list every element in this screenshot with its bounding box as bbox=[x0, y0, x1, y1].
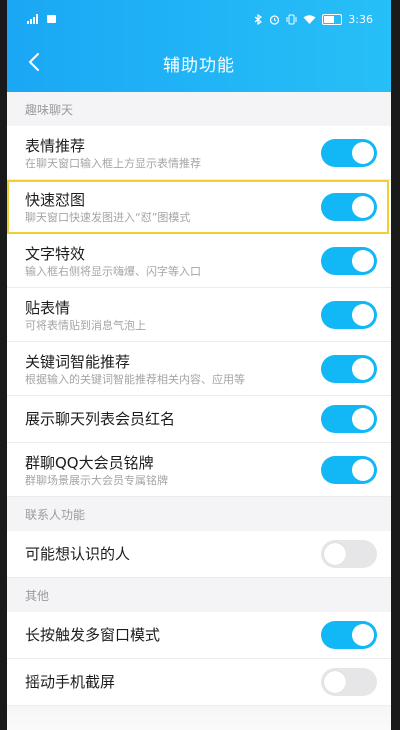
setting-sticker-on-bubble[interactable]: 贴表情 可将表情贴到消息气泡上 bbox=[7, 288, 391, 342]
alarm-icon bbox=[270, 15, 280, 25]
bluetooth-icon bbox=[254, 14, 263, 25]
toggle-knob bbox=[352, 458, 374, 481]
toggle-switch[interactable] bbox=[321, 621, 377, 649]
toggle-knob bbox=[352, 357, 374, 380]
setting-emoji-recommend[interactable]: 表情推荐 在聊天窗口输入框上方显示表情推荐 bbox=[7, 126, 391, 180]
status-time: 3:36 bbox=[348, 13, 373, 26]
setting-group-vip-badge[interactable]: 群聊QQ大会员铭牌 群聊场景展示大会员专属铭牌 bbox=[7, 443, 391, 497]
signal-icon bbox=[27, 14, 41, 24]
nav-bar: 辅助功能 bbox=[7, 40, 391, 84]
toggle-switch[interactable] bbox=[321, 138, 377, 167]
toggle-switch[interactable] bbox=[321, 455, 377, 484]
setting-people-you-may-know[interactable]: 可能想认识的人 bbox=[7, 531, 391, 578]
toggle-switch[interactable] bbox=[321, 192, 377, 221]
setting-desc: 聊天窗口快速发图进入“怼”图模式 bbox=[25, 211, 191, 224]
setting-desc: 输入框右侧将显示嗨爆、闪字等入口 bbox=[25, 265, 201, 278]
setting-long-press-multi-window[interactable]: 长按触发多窗口模式 bbox=[7, 612, 391, 659]
toggle-switch[interactable] bbox=[321, 668, 377, 696]
status-left bbox=[27, 14, 56, 24]
vibrate-icon bbox=[286, 14, 297, 25]
section-header-contacts: 联系人功能 bbox=[25, 507, 86, 522]
setting-desc: 根据输入的关键词智能推荐相关内容、应用等 bbox=[25, 373, 245, 386]
setting-label: 表情推荐 bbox=[25, 137, 86, 155]
setting-label: 展示聊天列表会员红名 bbox=[25, 410, 176, 428]
setting-desc: 在聊天窗口输入框上方显示表情推荐 bbox=[25, 157, 201, 170]
toggle-knob bbox=[352, 195, 374, 218]
setting-desc: 可将表情贴到消息气泡上 bbox=[25, 319, 146, 332]
section-header-fun-chat: 趣味聊天 bbox=[25, 102, 74, 117]
wifi-icon bbox=[303, 14, 316, 24]
setting-label: 群聊QQ大会员铭牌 bbox=[25, 454, 154, 472]
setting-text-effects[interactable]: 文字特效 输入框右侧将显示嗨爆、闪字等入口 bbox=[7, 234, 391, 288]
setting-label: 长按触发多窗口模式 bbox=[25, 626, 161, 644]
toggle-knob bbox=[324, 543, 346, 565]
toggle-switch[interactable] bbox=[321, 540, 377, 568]
app-header: 3:36 辅助功能 bbox=[7, 0, 391, 92]
setting-quick-image-reply[interactable]: 快速怼图 聊天窗口快速发图进入“怼”图模式 bbox=[7, 180, 391, 234]
toggle-knob bbox=[352, 249, 374, 272]
toggle-switch[interactable] bbox=[321, 405, 377, 433]
sim-icon bbox=[47, 15, 56, 23]
setting-label: 文字特效 bbox=[25, 245, 86, 263]
setting-desc: 群聊场景展示大会员专属铭牌 bbox=[25, 474, 168, 487]
toggle-switch[interactable] bbox=[321, 246, 377, 275]
setting-label: 摇动手机截屏 bbox=[25, 673, 116, 691]
status-bar: 3:36 bbox=[7, 0, 391, 40]
setting-vip-red-name[interactable]: 展示聊天列表会员红名 bbox=[7, 396, 391, 443]
section-header-other: 其他 bbox=[25, 588, 50, 603]
setting-label: 贴表情 bbox=[25, 299, 71, 317]
toggle-knob bbox=[352, 408, 374, 430]
page-title: 辅助功能 bbox=[163, 56, 235, 76]
setting-label: 关键词智能推荐 bbox=[25, 353, 131, 371]
toggle-knob bbox=[324, 671, 346, 693]
setting-shake-screenshot[interactable]: 摇动手机截屏 bbox=[7, 659, 391, 706]
toggle-knob bbox=[352, 141, 374, 164]
toggle-switch[interactable] bbox=[321, 354, 377, 383]
setting-keyword-recommend[interactable]: 关键词智能推荐 根据输入的关键词智能推荐相关内容、应用等 bbox=[7, 342, 391, 396]
toggle-knob bbox=[352, 303, 374, 326]
setting-label: 快速怼图 bbox=[25, 191, 86, 209]
toggle-switch[interactable] bbox=[321, 300, 377, 329]
screen: 3:36 辅助功能 趣味聊天 表情推荐 在聊天窗口输入框上方显示表情推荐 快速怼… bbox=[7, 0, 391, 730]
status-right: 3:36 bbox=[254, 13, 373, 26]
settings-list: 趣味聊天 表情推荐 在聊天窗口输入框上方显示表情推荐 快速怼图 聊天窗口快速发图… bbox=[7, 92, 391, 706]
toggle-knob bbox=[352, 624, 374, 646]
battery-icon bbox=[322, 14, 343, 25]
setting-label: 可能想认识的人 bbox=[25, 545, 131, 563]
